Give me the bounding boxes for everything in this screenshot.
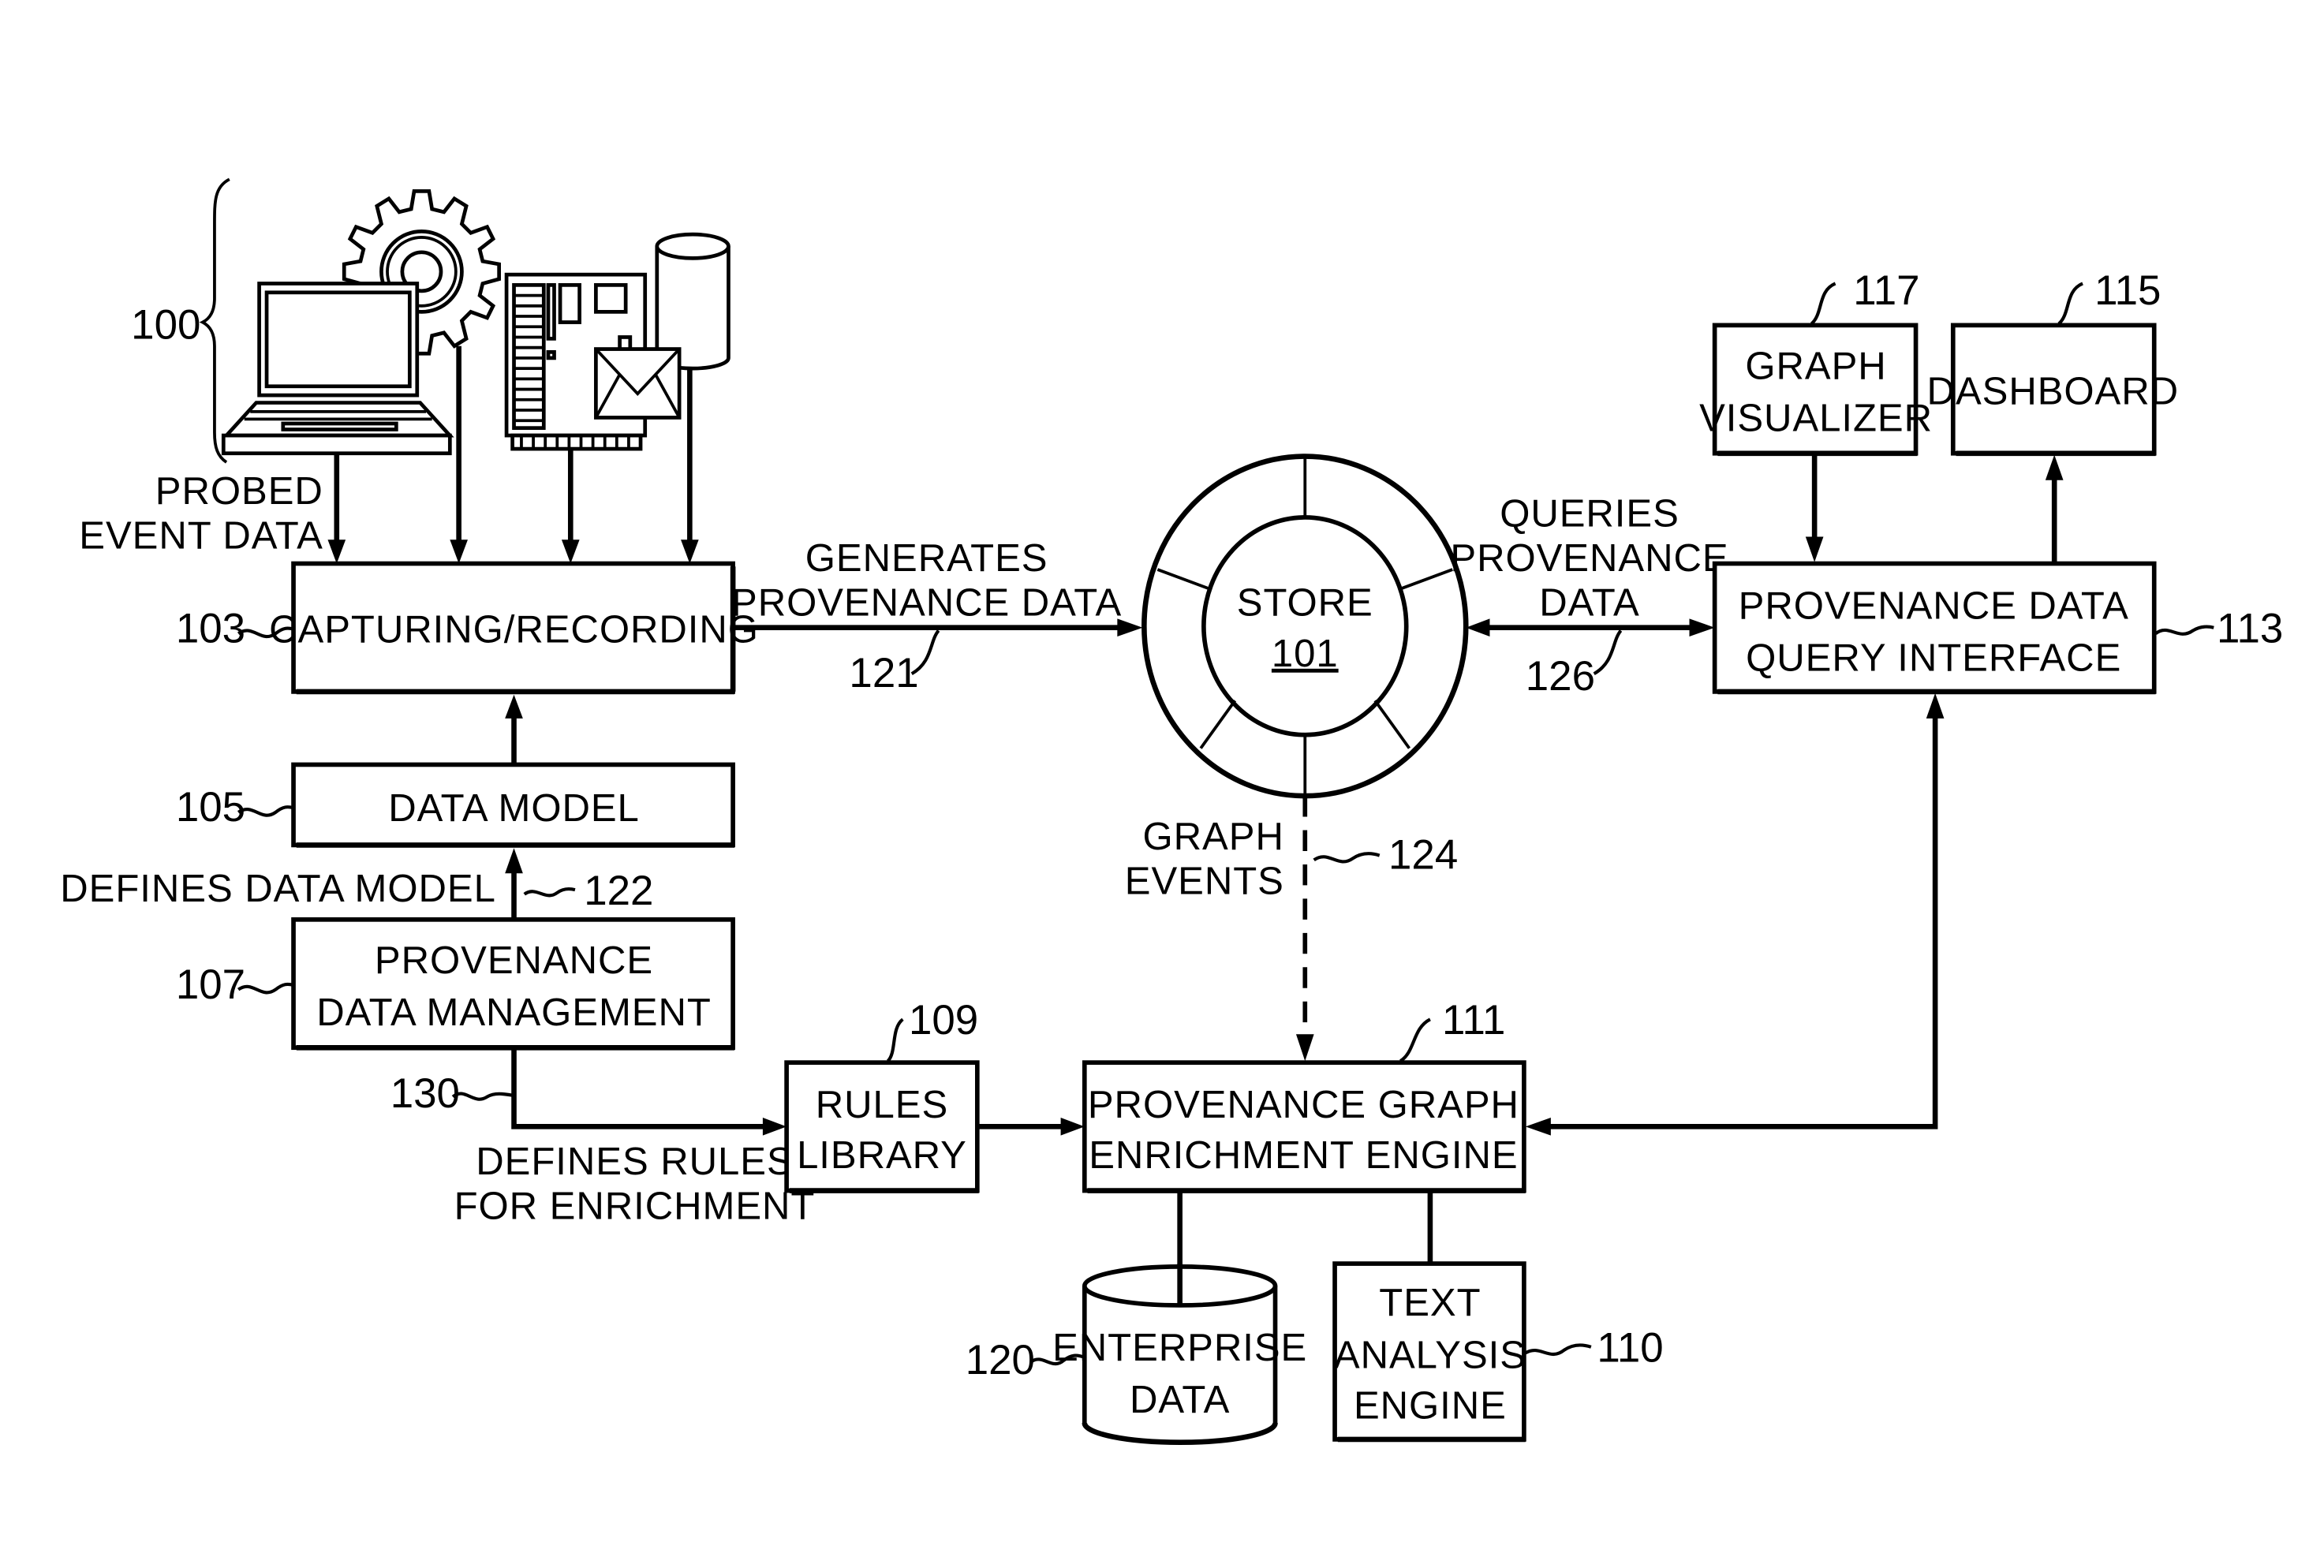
generates-line1: GENERATES	[805, 537, 1048, 580]
probe-label-line2: EVENT DATA	[79, 515, 323, 558]
ref-121: 121	[849, 650, 918, 696]
text-analysis-line3: ENGINE	[1354, 1384, 1507, 1427]
arrowhead	[2045, 454, 2064, 480]
dashboard-label: DASHBOARD	[1927, 370, 2179, 413]
provenance-system-diagram: 100 PROBED EVENT DATA CAPTURING/RECORDIN…	[60, 177, 2283, 1446]
queries-line3: DATA	[1539, 582, 1639, 625]
arrowhead	[505, 848, 523, 874]
arrowhead	[1466, 618, 1490, 637]
query-interface-block[interactable]: PROVENANCE DATA QUERY INTERFACE	[1712, 561, 2157, 695]
rules-line2: LIBRARY	[797, 1134, 967, 1177]
ref-103: 103	[176, 606, 245, 652]
leader-107	[237, 982, 294, 995]
store-ref: 101	[1272, 633, 1339, 675]
group-brace	[199, 177, 230, 464]
queries-line1: QUERIES	[1500, 492, 1679, 535]
query-line2: QUERY INTERFACE	[1746, 637, 2121, 679]
ref-120: 120	[966, 1337, 1035, 1383]
ref-122: 122	[584, 868, 653, 914]
defines-rules-line2: FOR ENRICHMENT	[454, 1185, 816, 1227]
text-analysis-engine-block[interactable]: TEXT ANALYSIS ENGINE	[1332, 1261, 1526, 1443]
generates-line2: PROVENANCE DATA	[731, 582, 1122, 625]
leader-111	[1399, 1017, 1432, 1063]
leader-113	[2154, 625, 2214, 636]
defines-data-model-label: DEFINES DATA MODEL	[60, 868, 496, 910]
leader-109	[886, 1017, 904, 1062]
leader-105	[237, 805, 294, 817]
graph-visualizer-block[interactable]: GRAPH VISUALIZER	[1699, 323, 1933, 457]
ref-105: 105	[176, 784, 245, 831]
graph-vis-line1: GRAPH	[1745, 345, 1886, 387]
prov-mgmt-line1: PROVENANCE	[375, 939, 653, 982]
rules-library-block[interactable]: RULES LIBRARY	[784, 1060, 980, 1193]
leader-115	[2057, 282, 2084, 326]
enrichment-line1: PROVENANCE GRAPH	[1088, 1084, 1519, 1126]
arrowhead	[505, 694, 523, 719]
query-line1: PROVENANCE DATA	[1739, 584, 2129, 627]
leader-110	[1524, 1343, 1592, 1356]
enterprise-line1: ENTERPRISE	[1052, 1327, 1307, 1369]
laptop-icon	[221, 282, 454, 456]
enrichment-engine-block[interactable]: PROVENANCE GRAPH ENRICHMENT ENGINE	[1082, 1060, 1526, 1193]
leader-122	[523, 887, 576, 898]
ref-126: 126	[1526, 653, 1595, 700]
dashboard-block[interactable]: DASHBOARD	[1927, 323, 2179, 457]
data-model-block[interactable]: DATA MODEL	[291, 762, 735, 848]
ref-109: 109	[909, 997, 978, 1043]
link-query-enrichment	[1548, 715, 1938, 1129]
enterprise-data-cylinder[interactable]: ENTERPRISE DATA	[1052, 1264, 1307, 1446]
graph-events-line2: EVENTS	[1125, 861, 1284, 903]
leader-126	[1593, 629, 1623, 676]
leader-130	[451, 1092, 513, 1101]
arrow-defines-rules	[511, 1049, 768, 1129]
arrowhead	[762, 1118, 787, 1136]
ref-124: 124	[1388, 832, 1458, 879]
arrowhead	[1805, 536, 1824, 562]
store-title: STORE	[1237, 582, 1373, 625]
enterprise-line2: DATA	[1130, 1379, 1230, 1421]
store-ring[interactable]: STORE 101	[1141, 454, 1469, 799]
arrowhead	[1525, 1118, 1551, 1136]
arrowhead	[1926, 693, 1945, 719]
capturing-label: CAPTURING/RECORDING	[269, 609, 759, 651]
ref-117: 117	[1853, 267, 1919, 314]
graph-vis-line2: VISUALIZER	[1699, 397, 1933, 439]
arrowhead	[1060, 1118, 1085, 1136]
prov-mgmt-line2: DATA MANAGEMENT	[316, 991, 712, 1034]
ref-115: 115	[2094, 267, 2161, 314]
text-analysis-line1: TEXT	[1379, 1282, 1481, 1324]
source-group: 100 PROBED EVENT DATA	[79, 177, 730, 564]
defines-rules-line1: DEFINES RULES	[476, 1141, 793, 1183]
capturing-recording-block[interactable]: CAPTURING/RECORDING	[269, 561, 759, 695]
leader-117	[1810, 282, 1836, 326]
ref-110: 110	[1597, 1325, 1663, 1372]
rules-line1: RULES	[816, 1084, 948, 1126]
ref-100: 100	[131, 301, 200, 348]
leader-124	[1313, 852, 1381, 864]
arrowhead	[1689, 618, 1715, 637]
ref-107: 107	[176, 961, 245, 1008]
probe-label-line1: PROBED	[155, 470, 323, 513]
ref-111: 111	[1442, 997, 1505, 1043]
graph-events-line1: GRAPH	[1143, 816, 1284, 858]
provenance-data-management-block[interactable]: PROVENANCE DATA MANAGEMENT	[291, 917, 735, 1051]
enrichment-line2: ENRICHMENT ENGINE	[1089, 1134, 1518, 1177]
arrowhead	[1295, 1034, 1314, 1062]
queries-line2: PROVENANCE	[1450, 537, 1728, 580]
data-model-label: DATA MODEL	[388, 787, 640, 830]
text-analysis-line2: ANALYSIS	[1334, 1334, 1526, 1376]
envelope-icon	[594, 347, 682, 420]
ref-113: 113	[2217, 606, 2283, 652]
ref-130: 130	[390, 1070, 460, 1117]
